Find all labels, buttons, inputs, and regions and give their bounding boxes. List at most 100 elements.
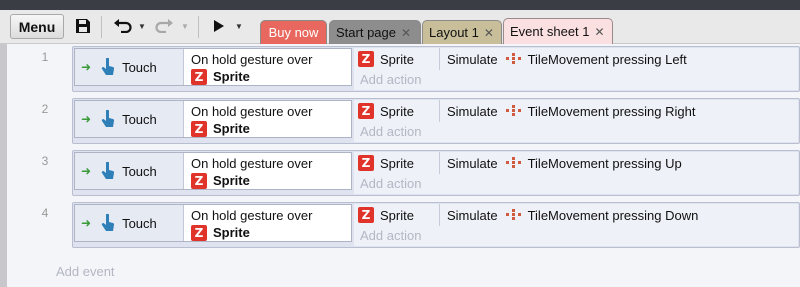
action-area: Z Sprite Simulate TileMovement pressing U… — [354, 152, 798, 194]
sheet-left-margin — [0, 44, 7, 287]
action-row[interactable]: Z Sprite Simulate TileMovement pressing D… — [354, 204, 798, 226]
tile-movement-icon — [505, 53, 522, 65]
action-object[interactable]: Z Sprite — [354, 48, 440, 70]
event-row[interactable]: ➜ Touch On hold gesture over Z Sprite Z Sp… — [72, 202, 800, 250]
tile-movement-icon — [505, 209, 522, 221]
action-detail: TileMovement pressing Right — [527, 103, 696, 119]
condition-text[interactable]: On hold gesture over Z Sprite — [191, 208, 312, 241]
condition-object-name: Touch — [122, 59, 157, 75]
condition-description: On hold gesture over — [191, 52, 313, 67]
action-area: Z Sprite Simulate TileMovement pressing R… — [354, 100, 798, 142]
action-text[interactable]: Simulate TileMovement pressing Right — [440, 104, 695, 119]
add-action-link[interactable]: Add action — [360, 228, 421, 243]
action-text[interactable]: Simulate TileMovement pressing Left — [440, 52, 687, 67]
condition-target: Sprite — [213, 121, 250, 136]
condition-block[interactable]: ➜ Touch On hold gesture over Z Sprite — [74, 100, 352, 138]
window-top-strip — [0, 0, 800, 10]
action-row[interactable]: Z Sprite Simulate TileMovement pressing U… — [354, 152, 798, 174]
condition-block[interactable]: ➜ Touch On hold gesture over Z Sprite — [74, 204, 352, 242]
condition-object-name: Touch — [122, 215, 157, 231]
action-object-name: Sprite — [380, 103, 414, 119]
event-number: 3 — [41, 154, 49, 168]
arrow-right-icon: ➜ — [81, 112, 92, 126]
action-verb: Simulate — [447, 155, 498, 171]
action-area: Z Sprite Simulate TileMovement pressing L… — [354, 48, 798, 90]
touch-hand-icon — [101, 109, 115, 128]
action-verb: Simulate — [447, 103, 498, 119]
touch-hand-icon — [101, 161, 115, 180]
condition-object-name: Touch — [122, 111, 157, 127]
add-action-link[interactable]: Add action — [360, 72, 421, 87]
action-area: Z Sprite Simulate TileMovement pressing D… — [354, 204, 798, 246]
action-text[interactable]: Simulate TileMovement pressing Up — [440, 156, 682, 171]
action-object[interactable]: Z Sprite — [354, 100, 440, 122]
save-icon[interactable] — [74, 16, 92, 36]
close-icon[interactable]: ✕ — [595, 25, 605, 39]
tab-label: Buy now — [268, 25, 319, 40]
touch-hand-icon — [101, 57, 115, 76]
redo-icon[interactable] — [154, 16, 174, 36]
toolbar-divider — [198, 16, 199, 38]
add-action-link[interactable]: Add action — [360, 176, 421, 191]
condition-object[interactable]: ➜ Touch — [75, 49, 184, 85]
sprite-icon: Z — [358, 207, 374, 223]
condition-object[interactable]: ➜ Touch — [75, 205, 184, 241]
tab-label: Layout 1 — [429, 25, 479, 40]
tile-movement-icon — [505, 105, 522, 117]
action-text[interactable]: Simulate TileMovement pressing Down — [440, 208, 698, 223]
event-row[interactable]: ➜ Touch On hold gesture over Z Sprite Z Sp… — [72, 98, 800, 146]
tab-buy-now[interactable]: Buy now — [260, 20, 327, 44]
action-detail: TileMovement pressing Down — [527, 207, 699, 223]
action-object-name: Sprite — [380, 51, 414, 67]
touch-hand-icon — [101, 213, 115, 232]
condition-text[interactable]: On hold gesture over Z Sprite — [191, 104, 312, 137]
close-icon[interactable]: ✕ — [401, 26, 411, 40]
redo-dropdown-chevron-icon[interactable]: ▼ — [181, 16, 189, 36]
action-object-name: Sprite — [380, 155, 414, 171]
add-action-link[interactable]: Add action — [360, 124, 421, 139]
play-dropdown-chevron-icon[interactable]: ▼ — [235, 16, 243, 36]
condition-block[interactable]: ➜ Touch On hold gesture over Z Sprite — [74, 48, 352, 86]
toolbar: Menu ▼ ▼ ▼ Buy now Start page ✕ Layout 1… — [0, 10, 800, 44]
event-row[interactable]: ➜ Touch On hold gesture over Z Sprite Z Sp… — [72, 150, 800, 198]
action-row[interactable]: Z Sprite Simulate TileMovement pressing L… — [354, 48, 798, 70]
sprite-icon: Z — [191, 225, 207, 241]
condition-description: On hold gesture over — [191, 156, 313, 171]
menu-button[interactable]: Menu — [10, 14, 64, 39]
tile-movement-icon — [505, 157, 522, 169]
sprite-icon: Z — [358, 51, 374, 67]
tab-layout-1[interactable]: Layout 1 ✕ — [422, 20, 502, 44]
action-verb: Simulate — [447, 207, 498, 223]
condition-object[interactable]: ➜ Touch — [75, 153, 184, 189]
arrow-right-icon: ➜ — [81, 60, 92, 74]
condition-block[interactable]: ➜ Touch On hold gesture over Z Sprite — [74, 152, 352, 190]
condition-text[interactable]: On hold gesture over Z Sprite — [191, 52, 312, 85]
condition-object[interactable]: ➜ Touch — [75, 101, 184, 137]
action-row[interactable]: Z Sprite Simulate TileMovement pressing R… — [354, 100, 798, 122]
tab-event-sheet-1[interactable]: Event sheet 1 ✕ — [503, 18, 613, 44]
event-row[interactable]: ➜ Touch On hold gesture over Z Sprite Z Sp… — [72, 46, 800, 94]
action-detail: TileMovement pressing Left — [527, 51, 687, 67]
condition-text[interactable]: On hold gesture over Z Sprite — [191, 156, 312, 189]
close-icon[interactable]: ✕ — [484, 26, 494, 40]
toolbar-divider — [101, 16, 102, 38]
condition-target: Sprite — [213, 69, 250, 84]
action-detail: TileMovement pressing Up — [527, 155, 682, 171]
undo-icon[interactable] — [113, 16, 133, 36]
event-number: 2 — [41, 102, 49, 116]
condition-object-name: Touch — [122, 163, 157, 179]
tab-label: Start page — [336, 25, 396, 40]
event-number: 1 — [41, 50, 49, 64]
add-event-link[interactable]: Add event — [56, 264, 115, 279]
tab-start-page[interactable]: Start page ✕ — [329, 20, 421, 44]
condition-target: Sprite — [213, 173, 250, 188]
undo-dropdown-chevron-icon[interactable]: ▼ — [138, 16, 146, 36]
condition-description: On hold gesture over — [191, 104, 313, 119]
action-object[interactable]: Z Sprite — [354, 152, 440, 174]
sprite-icon: Z — [191, 121, 207, 137]
action-object-name: Sprite — [380, 207, 414, 223]
action-object[interactable]: Z Sprite — [354, 204, 440, 226]
play-icon[interactable] — [211, 16, 227, 36]
sprite-icon: Z — [191, 173, 207, 189]
event-number: 4 — [41, 206, 49, 220]
